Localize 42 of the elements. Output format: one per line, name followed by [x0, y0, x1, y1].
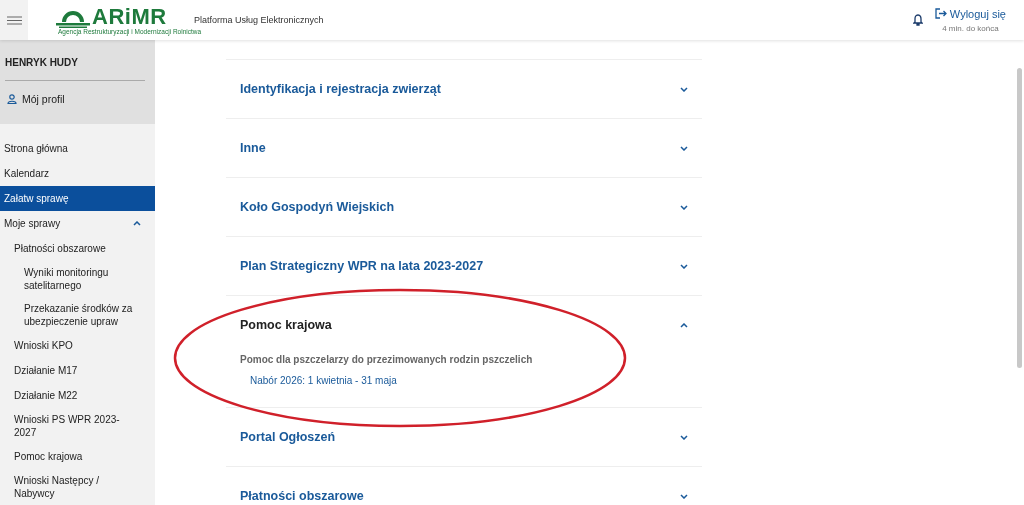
sidebar-item[interactable]: Przekazanie środków za ubezpieczenie upraw [0, 297, 155, 333]
chevron-up-icon [680, 322, 688, 328]
scrollbar[interactable] [1017, 68, 1022, 368]
accordion-header[interactable]: Inne [226, 119, 702, 177]
sidebar-item[interactable]: Wnioski KPO [0, 333, 155, 358]
accordion-header[interactable]: Identyfikacja i rejestracja zwierząt [226, 60, 702, 118]
sidebar-item[interactable]: Działanie M17 [0, 358, 155, 383]
sidebar-item[interactable]: Kalendarz [0, 161, 155, 186]
logout-link[interactable]: Wyloguj się [934, 7, 1006, 20]
accordion-header[interactable]: Płatności obszarowe [226, 467, 702, 505]
logout-icon [934, 8, 947, 19]
sidebar-item[interactable]: Pomoc krajowa [0, 444, 155, 469]
menu-button[interactable] [0, 0, 28, 40]
section-title: Pomoc dla pszczelarzy do przezimowanych rodzin pszczelich [240, 354, 534, 365]
sidebar-item[interactable]: Działanie M22 [0, 383, 155, 408]
sidebar-item[interactable]: Wyniki monitoringu satelitarnego [0, 261, 155, 297]
chevron-up-icon [133, 221, 141, 226]
profile-link[interactable]: Mój profil [7, 93, 145, 105]
accordion-header[interactable]: Portal Ogłoszeń [226, 408, 702, 466]
sidebar-item[interactable]: Załatw sprawę [0, 186, 155, 211]
user-name: HENRYK HUDY [5, 57, 79, 68]
recruitment-link[interactable]: Nabór 2026: 1 kwietnia - 31 maja [250, 375, 688, 386]
chevron-down-icon [680, 493, 688, 499]
platform-title: Platforma Usług Elektronicznych [194, 15, 324, 25]
accordion-header[interactable]: Pomoc krajowa [226, 296, 702, 354]
chevron-down-icon [680, 86, 688, 92]
chevron-down-icon [680, 263, 688, 269]
chevron-down-icon [680, 204, 688, 210]
user-icon [7, 94, 17, 104]
sidebar-item[interactable]: Strona główna [0, 136, 155, 161]
session-timer: 4 min. do końca [942, 23, 999, 33]
chevron-down-icon [680, 434, 688, 440]
bell-icon[interactable] [912, 14, 923, 26]
accordion-header[interactable]: Plan Strategiczny WPR na lata 2023-2027 [226, 237, 702, 295]
accordion-header[interactable]: Koło Gospodyń Wiejskich [226, 178, 702, 236]
chevron-down-icon [680, 145, 688, 151]
sidebar-item[interactable]: Moje sprawy [0, 211, 155, 236]
sidebar-item[interactable]: Wnioski Następcy / Nabywcy [0, 469, 155, 505]
menu-icon [6, 15, 22, 25]
logo-text: ARiMR [92, 5, 167, 28]
sidebar-item[interactable]: Płatności obszarowe [0, 236, 155, 261]
sidebar-item[interactable]: Wnioski PS WPR 2023-2027 [0, 408, 155, 444]
